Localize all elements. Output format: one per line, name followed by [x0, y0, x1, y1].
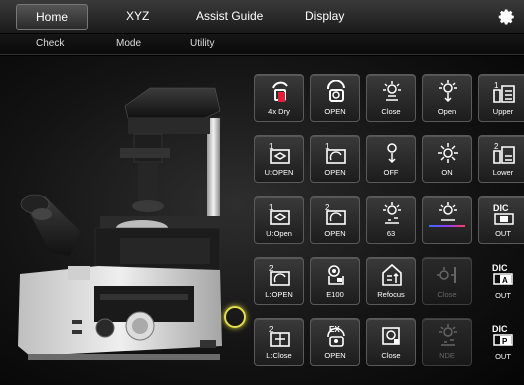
- button-label: L:OPEN: [265, 290, 293, 299]
- refocus-button[interactable]: Refocus: [366, 257, 416, 305]
- button-label: U:Open: [266, 229, 292, 238]
- upper-shutter-open-button[interactable]: 1 U:OPEN: [254, 135, 304, 183]
- svg-text:DIC: DIC: [493, 203, 509, 213]
- svg-text:DIC: DIC: [492, 324, 508, 334]
- button-label: L:Close: [266, 351, 292, 360]
- lower-port-button[interactable]: 2 Lower: [478, 135, 524, 183]
- dic-prism-icon: DIC: [493, 203, 514, 225]
- shutter-open-button[interactable]: OPEN: [310, 74, 360, 122]
- nosepiece-shutter-icon: [327, 80, 345, 102]
- lamp-icon: [437, 267, 456, 283]
- lamp-icon: [383, 81, 401, 101]
- camera-close-button[interactable]: Close: [366, 318, 416, 366]
- top-navigation-bar: Home XYZ Assist Guide Display: [0, 0, 524, 34]
- dic-analyzer-icon: DIC A: [492, 263, 513, 285]
- button-label: Close: [381, 107, 401, 116]
- subtab-utility[interactable]: Utility: [190, 38, 214, 49]
- button-label: OUT: [495, 291, 511, 300]
- subtab-mode[interactable]: Mode: [116, 38, 141, 49]
- dic-polarizer-icon: DIC P: [492, 324, 513, 346]
- excitation-shutter-icon: EX: [327, 325, 345, 347]
- objective-nosepiece-icon: [272, 81, 288, 102]
- color-spectrum-bar: [429, 225, 465, 227]
- intensity-icon: [383, 202, 401, 224]
- button-label: 63: [386, 229, 396, 238]
- objective-4x-dry-button[interactable]: 4x Dry: [254, 74, 304, 122]
- button-label: OFF: [383, 168, 399, 177]
- button-label: Close: [437, 290, 457, 299]
- svg-text:2: 2: [494, 142, 499, 151]
- cube-shutter-icon: 2: [325, 203, 346, 225]
- button-label: E100: [326, 290, 344, 299]
- bulb-down-icon: [387, 143, 397, 164]
- button-label: OPEN: [324, 351, 346, 360]
- light-intensity-button[interactable]: 63: [366, 196, 416, 244]
- lower-shutter-open-button[interactable]: 2 L:OPEN: [254, 257, 304, 305]
- svg-text:1: 1: [494, 81, 499, 90]
- color-light-icon: [439, 202, 457, 221]
- eyepiece-camera-icon: [328, 265, 344, 285]
- illumination-on-button[interactable]: ON: [422, 135, 472, 183]
- cube-shutter-icon: 1: [325, 142, 346, 164]
- e100-button[interactable]: E100: [310, 257, 360, 305]
- cube-closed-icon: 2: [269, 325, 290, 347]
- button-label: Refocus: [377, 290, 405, 299]
- svg-text:P: P: [502, 337, 508, 346]
- nd-filter-icon: [439, 324, 457, 346]
- tab-xyz[interactable]: XYZ: [126, 9, 149, 23]
- lower-close-button[interactable]: 2 L:Close: [254, 318, 304, 366]
- tab-display[interactable]: Display: [305, 9, 344, 23]
- cube-turret-icon: 1: [269, 203, 290, 225]
- cube-shutter-icon: 2: [269, 264, 290, 286]
- button-label: OPEN: [324, 229, 346, 238]
- camera-shutter-icon: [382, 327, 400, 345]
- focus-indicator-ring: [224, 306, 246, 328]
- port-upper-icon: 1: [493, 81, 515, 103]
- button-label: U:OPEN: [264, 168, 294, 177]
- svg-text:A: A: [502, 276, 508, 285]
- nde-disabled-button[interactable]: NDE: [422, 318, 472, 366]
- button-label: OPEN: [324, 107, 346, 116]
- ex-shutter-open-button[interactable]: EX OPEN: [310, 318, 360, 366]
- lamp-open-button[interactable]: Open: [422, 74, 472, 122]
- button-label: 4x Dry: [268, 107, 290, 116]
- tab-assist-guide[interactable]: Assist Guide: [196, 9, 263, 23]
- upper-cube-open-button[interactable]: 1 OPEN: [310, 135, 360, 183]
- button-label: NDE: [439, 351, 455, 360]
- button-label: OPEN: [324, 168, 346, 177]
- light-on-icon: [438, 143, 458, 163]
- tab-home[interactable]: Home: [16, 4, 88, 30]
- main-panel: 4x Dry OPEN Close Open 1 Upper 1 U:OPEN …: [0, 56, 524, 385]
- upper-port-button[interactable]: 1 Upper: [478, 74, 524, 122]
- microscope-illustration: [18, 87, 222, 360]
- button-label: Upper: [492, 107, 514, 116]
- button-label: Close: [381, 351, 401, 360]
- svg-text:DIC: DIC: [492, 263, 508, 273]
- dic-a-out-button[interactable]: DIC A OUT: [478, 257, 524, 305]
- dic-out-button[interactable]: DIC OUT: [478, 196, 524, 244]
- button-label: ON: [441, 168, 453, 177]
- button-label: Open: [437, 107, 457, 116]
- cube-turret-icon: 1: [269, 142, 290, 164]
- lamp-arrow-icon: [439, 80, 457, 103]
- refocus-icon: [382, 263, 402, 286]
- sub-navigation-bar: Check Mode Utility: [0, 34, 524, 55]
- subtab-check[interactable]: Check: [36, 38, 64, 49]
- lamp-close-button[interactable]: Close: [366, 74, 416, 122]
- illumination-off-button[interactable]: OFF: [366, 135, 416, 183]
- lamp-close-disabled-button[interactable]: Close: [422, 257, 472, 305]
- led-color-button[interactable]: [422, 196, 472, 244]
- button-label: OUT: [495, 352, 511, 361]
- button-label: Lower: [492, 168, 514, 177]
- cube-2-open-button[interactable]: 2 OPEN: [310, 196, 360, 244]
- dic-p-out-button[interactable]: DIC P OUT: [478, 318, 524, 366]
- button-label: OUT: [495, 229, 511, 238]
- port-lower-icon: 2: [493, 142, 515, 164]
- upper-cube-open-button-2[interactable]: 1 U:Open: [254, 196, 304, 244]
- settings-gear-icon[interactable]: [498, 8, 516, 26]
